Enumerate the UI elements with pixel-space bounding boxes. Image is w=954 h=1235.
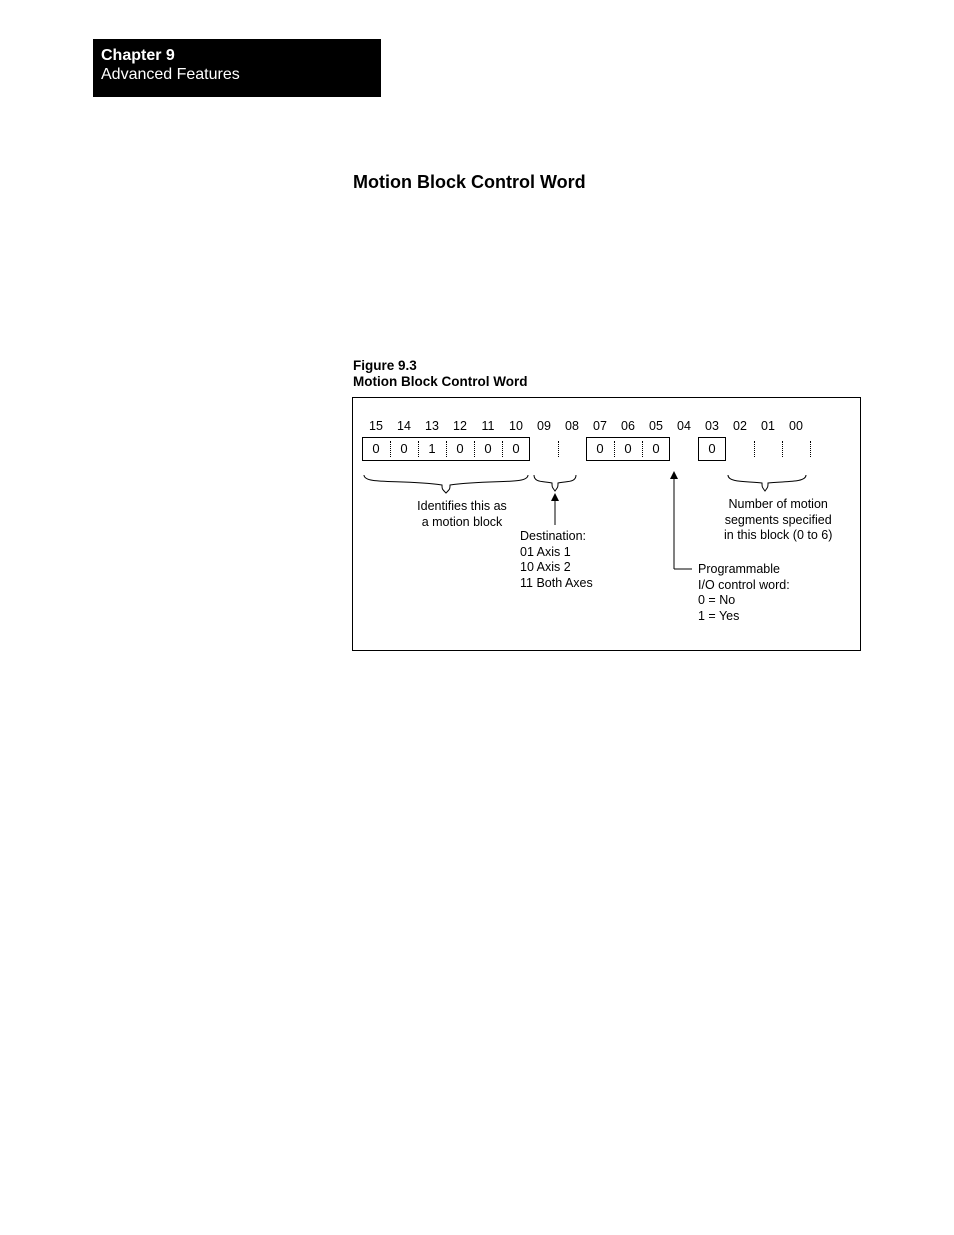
- bit-value: 0: [474, 437, 502, 461]
- bit-value: 0: [614, 437, 642, 461]
- ann-identify: Identifies this as a motion block: [402, 499, 522, 530]
- ann-text: 1 = Yes: [698, 609, 790, 625]
- bit-value: [670, 437, 698, 461]
- ann-text: 11 Both Axes: [520, 576, 593, 592]
- ann-text: I/O control word:: [698, 578, 790, 594]
- bit-label: 09: [530, 419, 558, 433]
- ann-text: Identifies this as: [402, 499, 522, 515]
- bit-label: 06: [614, 419, 642, 433]
- ann-text: a motion block: [402, 515, 522, 531]
- ann-text: Destination:: [520, 529, 593, 545]
- bit-label: 03: [698, 419, 726, 433]
- bit-label: 00: [782, 419, 810, 433]
- bit-value: 0: [586, 437, 614, 461]
- bit-label: 02: [726, 419, 754, 433]
- ann-text: Number of motion: [724, 497, 832, 513]
- bit-value: 1: [418, 437, 446, 461]
- cell-divider: [810, 441, 811, 457]
- bit-value: [558, 437, 586, 461]
- ann-text: 10 Axis 2: [520, 560, 593, 576]
- bit-value: 0: [390, 437, 418, 461]
- bit-label: 01: [754, 419, 782, 433]
- bit-value: 0: [446, 437, 474, 461]
- ann-segments: Number of motion segments specified in t…: [724, 497, 832, 544]
- bit-label: 05: [642, 419, 670, 433]
- bit-label: 12: [446, 419, 474, 433]
- figure-number: Figure 9.3: [353, 358, 527, 374]
- bit-value: 0: [502, 437, 530, 461]
- ann-text: 0 = No: [698, 593, 790, 609]
- figure-caption: Figure 9.3 Motion Block Control Word: [353, 358, 527, 390]
- chapter-title: Advanced Features: [101, 65, 381, 84]
- ann-text: Programmable: [698, 562, 790, 578]
- bit-label: 13: [418, 419, 446, 433]
- bit-value: [726, 437, 754, 461]
- bit-value: 0: [362, 437, 390, 461]
- bit-value: [530, 437, 558, 461]
- chapter-number: Chapter 9: [101, 47, 381, 65]
- ann-text: segments specified: [724, 513, 832, 529]
- bit-label: 10: [502, 419, 530, 433]
- bit-value: [782, 437, 810, 461]
- bit-label: 08: [558, 419, 586, 433]
- bit-label: 11: [474, 419, 502, 433]
- bit-label: 14: [390, 419, 418, 433]
- bit-value: 0: [698, 437, 726, 461]
- ann-text: in this block (0 to 6): [724, 528, 832, 544]
- bit-value: [754, 437, 782, 461]
- ann-io: Programmable I/O control word: 0 = No 1 …: [698, 562, 790, 625]
- bit-label: 15: [362, 419, 390, 433]
- section-heading: Motion Block Control Word: [353, 172, 586, 193]
- ann-destination: Destination: 01 Axis 1 10 Axis 2 11 Both…: [520, 529, 593, 592]
- figure-title: Motion Block Control Word: [353, 374, 527, 390]
- bit-label: 07: [586, 419, 614, 433]
- bit-value: 0: [642, 437, 670, 461]
- chapter-header: Chapter 9 Advanced Features: [93, 39, 381, 97]
- ann-text: 01 Axis 1: [520, 545, 593, 561]
- page: Chapter 9 Advanced Features Motion Block…: [0, 0, 954, 1235]
- bit-label: 04: [670, 419, 698, 433]
- bit-diagram: 15 14 13 12 11 10 09 08 07 06 05 04 03 0…: [352, 397, 861, 651]
